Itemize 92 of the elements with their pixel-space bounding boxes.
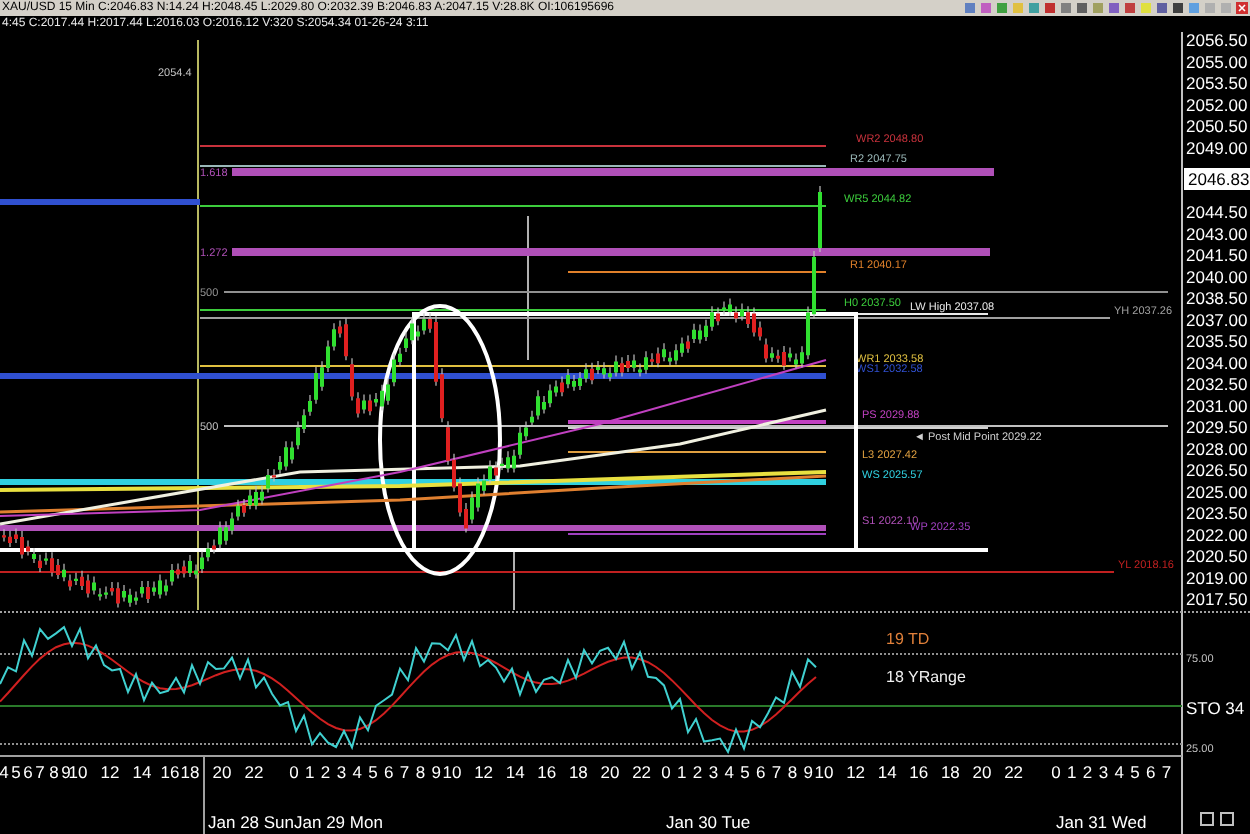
time-axis-label: 5 <box>1130 762 1140 782</box>
time-axis-label: 0 <box>1051 762 1061 782</box>
time-axis-label: 22 <box>632 762 652 782</box>
time-axis-label: 16 <box>909 762 929 782</box>
price-axis-label: 2053.50 <box>1186 73 1248 93</box>
price-axis-label: 2049.00 <box>1186 137 1248 158</box>
time-axis-label: 12 <box>846 762 866 782</box>
time-axis-label: 7 <box>771 762 782 782</box>
price-axis-label: 2052.00 <box>1186 94 1248 115</box>
price-axis-label: 2040.00 <box>1186 266 1248 287</box>
time-axis-label: 18 <box>180 762 200 782</box>
price-axis-label: 2055.00 <box>1186 51 1248 72</box>
time-axis-label: 10 <box>442 762 462 782</box>
price-axis-label: 2032.50 <box>1186 374 1248 394</box>
time-axis-label: 16 <box>160 762 180 782</box>
price-axis-label: 2031.00 <box>1186 395 1248 416</box>
time-axis-label: 12 <box>474 762 494 782</box>
legend-label: 19 TD <box>886 630 930 648</box>
price-axis-label: 2029.50 <box>1186 417 1248 437</box>
price-axis-label: 2043.00 <box>1186 223 1248 244</box>
time-axis-label: 1 <box>305 762 315 782</box>
date-label: Jan 29 Mon <box>294 812 383 832</box>
vertical-line <box>513 549 515 611</box>
time-axis-label: 4 <box>724 762 734 782</box>
price-axis-label: 2041.50 <box>1186 245 1248 265</box>
time-axis-label: 3 <box>336 762 347 782</box>
time-axis-label: 5 <box>11 762 21 782</box>
time-axis-label: 8 <box>787 762 798 782</box>
price-axis-label: 2028.00 <box>1186 438 1248 459</box>
date-label: Jan 28 Sun <box>208 812 295 832</box>
square-icon[interactable] <box>1200 812 1214 826</box>
time-axis-label: 4 <box>352 762 362 782</box>
time-axis-label: 14 <box>877 762 897 782</box>
time-axis-label: 18 <box>568 762 588 782</box>
time-axis-label: 7 <box>1161 762 1172 782</box>
time-axis-label: 7 <box>35 762 45 782</box>
time-axis-label: 1 <box>677 762 687 782</box>
oscillator-name: STO 34 <box>1186 698 1245 718</box>
price-axis-label: 2019.00 <box>1186 567 1248 588</box>
time-axis-label: 8 <box>415 762 426 782</box>
time-axis-label: 4 <box>0 762 9 782</box>
time-axis-label: 20 <box>600 762 620 782</box>
last-price-label: 2046.83 <box>1188 169 1250 189</box>
price-axis-label: 2026.50 <box>1186 460 1248 480</box>
time-axis-label: 14 <box>505 762 525 782</box>
price-axis-label: 2017.50 <box>1186 589 1248 609</box>
price-axis-label: 2056.50 <box>1186 32 1248 50</box>
close-icon[interactable] <box>1236 2 1248 14</box>
time-axis-label: 22 <box>1004 762 1024 782</box>
time-axis-label: 8 <box>49 762 59 782</box>
time-axis-label: 20 <box>972 762 992 782</box>
price-axis-label: 2044.50 <box>1186 202 1248 222</box>
time-axis-label: 3 <box>1098 762 1109 782</box>
time-axis-label: 1 <box>1067 762 1077 782</box>
time-axis-label: 9 <box>431 762 441 782</box>
price-axis-label: 2020.50 <box>1186 546 1248 566</box>
price-axis-label: 2022.00 <box>1186 524 1248 545</box>
time-axis-label: 22 <box>244 762 264 782</box>
price-axis-label: 2038.50 <box>1186 288 1248 308</box>
date-label: Jan 31 Wed <box>1056 812 1147 832</box>
time-axis-label: 2 <box>320 762 331 782</box>
time-axis-label: 2 <box>1082 762 1093 782</box>
time-axis-label: 14 <box>132 762 152 782</box>
price-axis-label: 2035.50 <box>1186 331 1248 351</box>
time-axis-label: 10 <box>814 762 834 782</box>
time-axis-label: 0 <box>289 762 299 782</box>
square-icon[interactable] <box>1220 812 1234 826</box>
time-axis-label: 2 <box>692 762 703 782</box>
time-axis-label: 0 <box>661 762 671 782</box>
time-axis-label: 6 <box>1146 762 1156 782</box>
time-axis-label: 6 <box>756 762 766 782</box>
time-axis-label: 9 <box>803 762 813 782</box>
time-axis-label: 16 <box>537 762 557 782</box>
time-axis-label: 5 <box>368 762 378 782</box>
time-axis-label: 10 <box>68 762 88 782</box>
price-axis-label: 2037.00 <box>1186 309 1248 330</box>
time-axis-label: 3 <box>708 762 719 782</box>
time-axis-label: 6 <box>23 762 33 782</box>
price-axis-label: 2023.50 <box>1186 503 1248 523</box>
price-axis-label: 2050.50 <box>1186 116 1248 136</box>
time-axis-label: 12 <box>100 762 120 782</box>
time-axis-label: 18 <box>940 762 960 782</box>
time-axis-label: 7 <box>399 762 410 782</box>
price-axis-label: 2025.00 <box>1186 481 1248 502</box>
legend-label: 18 YRange <box>886 668 966 686</box>
time-axis-label: 5 <box>740 762 750 782</box>
time-axis-label: 9 <box>61 762 71 782</box>
time-axis-label: 4 <box>1114 762 1124 782</box>
price-axis-label: 2034.00 <box>1186 352 1248 373</box>
time-axis-label: 20 <box>212 762 232 782</box>
date-label: Jan 30 Tue <box>666 812 751 832</box>
time-axis-label: 6 <box>384 762 394 782</box>
